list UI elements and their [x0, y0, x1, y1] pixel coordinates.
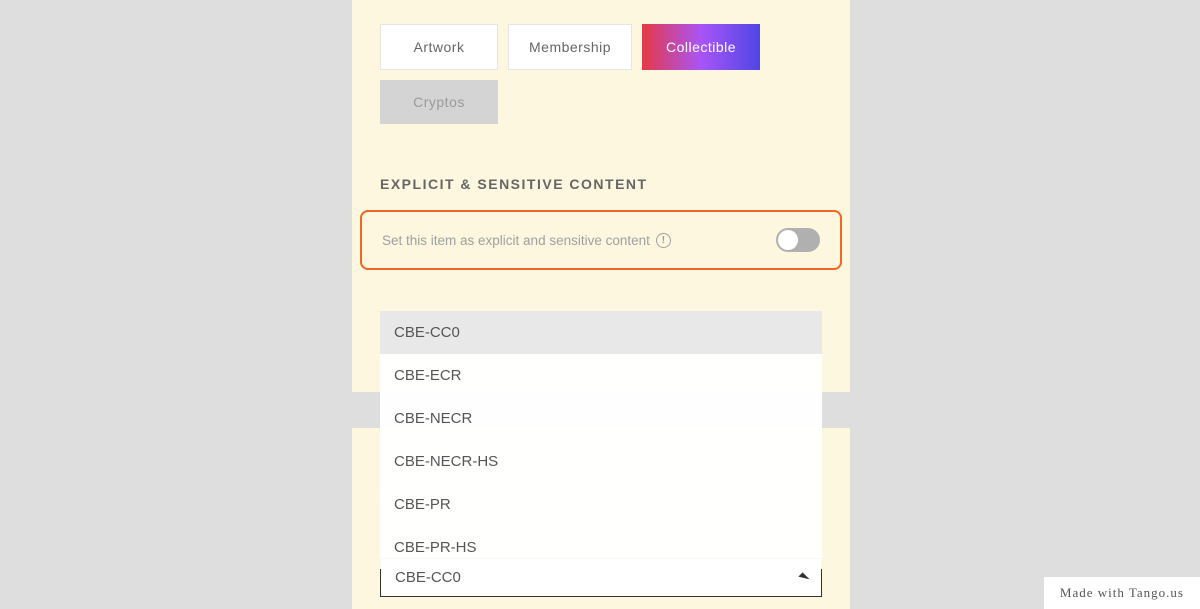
- category-collectible[interactable]: Collectible: [642, 24, 760, 70]
- category-membership[interactable]: Membership: [508, 24, 632, 70]
- explicit-toggle[interactable]: [776, 228, 820, 252]
- dropdown-option[interactable]: CBE-PR-HS: [380, 526, 822, 569]
- explicit-label: Set this item as explicit and sensitive …: [382, 233, 671, 248]
- dropdown-option[interactable]: CBE-NECR-HS: [380, 440, 822, 483]
- explicit-section-title: EXPLICIT & SENSITIVE CONTENT: [352, 124, 850, 210]
- dropdown-option[interactable]: CBE-PR: [380, 483, 822, 526]
- category-artwork[interactable]: Artwork: [380, 24, 498, 70]
- license-dropdown-list: CBE-CC0 CBE-ECR CBE-NECR CBE-NECR-HS CBE…: [380, 311, 822, 569]
- category-buttons: Artwork Membership Collectible Cryptos: [352, 0, 850, 124]
- explicit-label-text: Set this item as explicit and sensitive …: [382, 233, 650, 248]
- explicit-content-row: Set this item as explicit and sensitive …: [360, 210, 842, 270]
- category-cryptos[interactable]: Cryptos: [380, 80, 498, 124]
- dropdown-option[interactable]: CBE-NECR: [380, 397, 822, 440]
- dropdown-option[interactable]: CBE-CC0: [380, 311, 822, 354]
- watermark: Made with Tango.us: [1044, 577, 1200, 609]
- dropdown-option[interactable]: CBE-ECR: [380, 354, 822, 397]
- license-selected-value: CBE-CC0: [395, 569, 461, 586]
- toggle-knob: [778, 230, 798, 250]
- info-icon[interactable]: !: [656, 233, 671, 248]
- dropdown-arrow-icon: [798, 572, 809, 583]
